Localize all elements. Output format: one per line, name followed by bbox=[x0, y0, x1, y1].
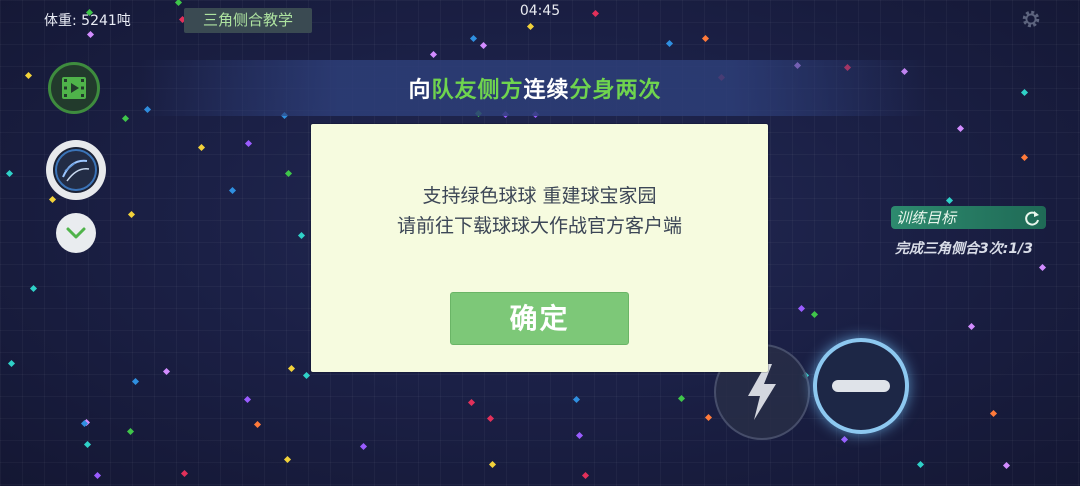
clock: 04:45 bbox=[519, 3, 561, 19]
skin-button[interactable] bbox=[46, 140, 106, 200]
gear-icon[interactable] bbox=[1020, 8, 1042, 30]
expand-button[interactable] bbox=[56, 213, 96, 253]
split-icon bbox=[832, 380, 890, 392]
confirm-button[interactable]: 确定 bbox=[450, 292, 629, 345]
video-play-icon bbox=[62, 77, 86, 99]
instruction-segment-highlight: 分身两次 bbox=[569, 78, 662, 103]
chevron-down-icon bbox=[66, 227, 86, 239]
instruction-segment: 连续 bbox=[523, 78, 570, 103]
dialog-message-line-1: 支持绿色球球 重建球宝家园 bbox=[422, 185, 657, 207]
dialog-message-line-2: 请前往下载球球大作战官方客户端 bbox=[396, 215, 682, 237]
training-goal-label: 训练目标 bbox=[896, 209, 957, 227]
video-button[interactable] bbox=[48, 62, 100, 114]
instruction-segment-highlight: 队友侧方 bbox=[431, 78, 524, 103]
split-button[interactable] bbox=[813, 338, 909, 434]
refresh-icon[interactable] bbox=[1022, 208, 1042, 228]
instruction-text: 向队友侧方连续分身两次 bbox=[140, 72, 930, 104]
instruction-segment: 向 bbox=[408, 78, 432, 103]
ball-skin-icon bbox=[53, 147, 99, 193]
training-goal-progress: 完成三角侧合3次:1/3 bbox=[895, 241, 1033, 257]
